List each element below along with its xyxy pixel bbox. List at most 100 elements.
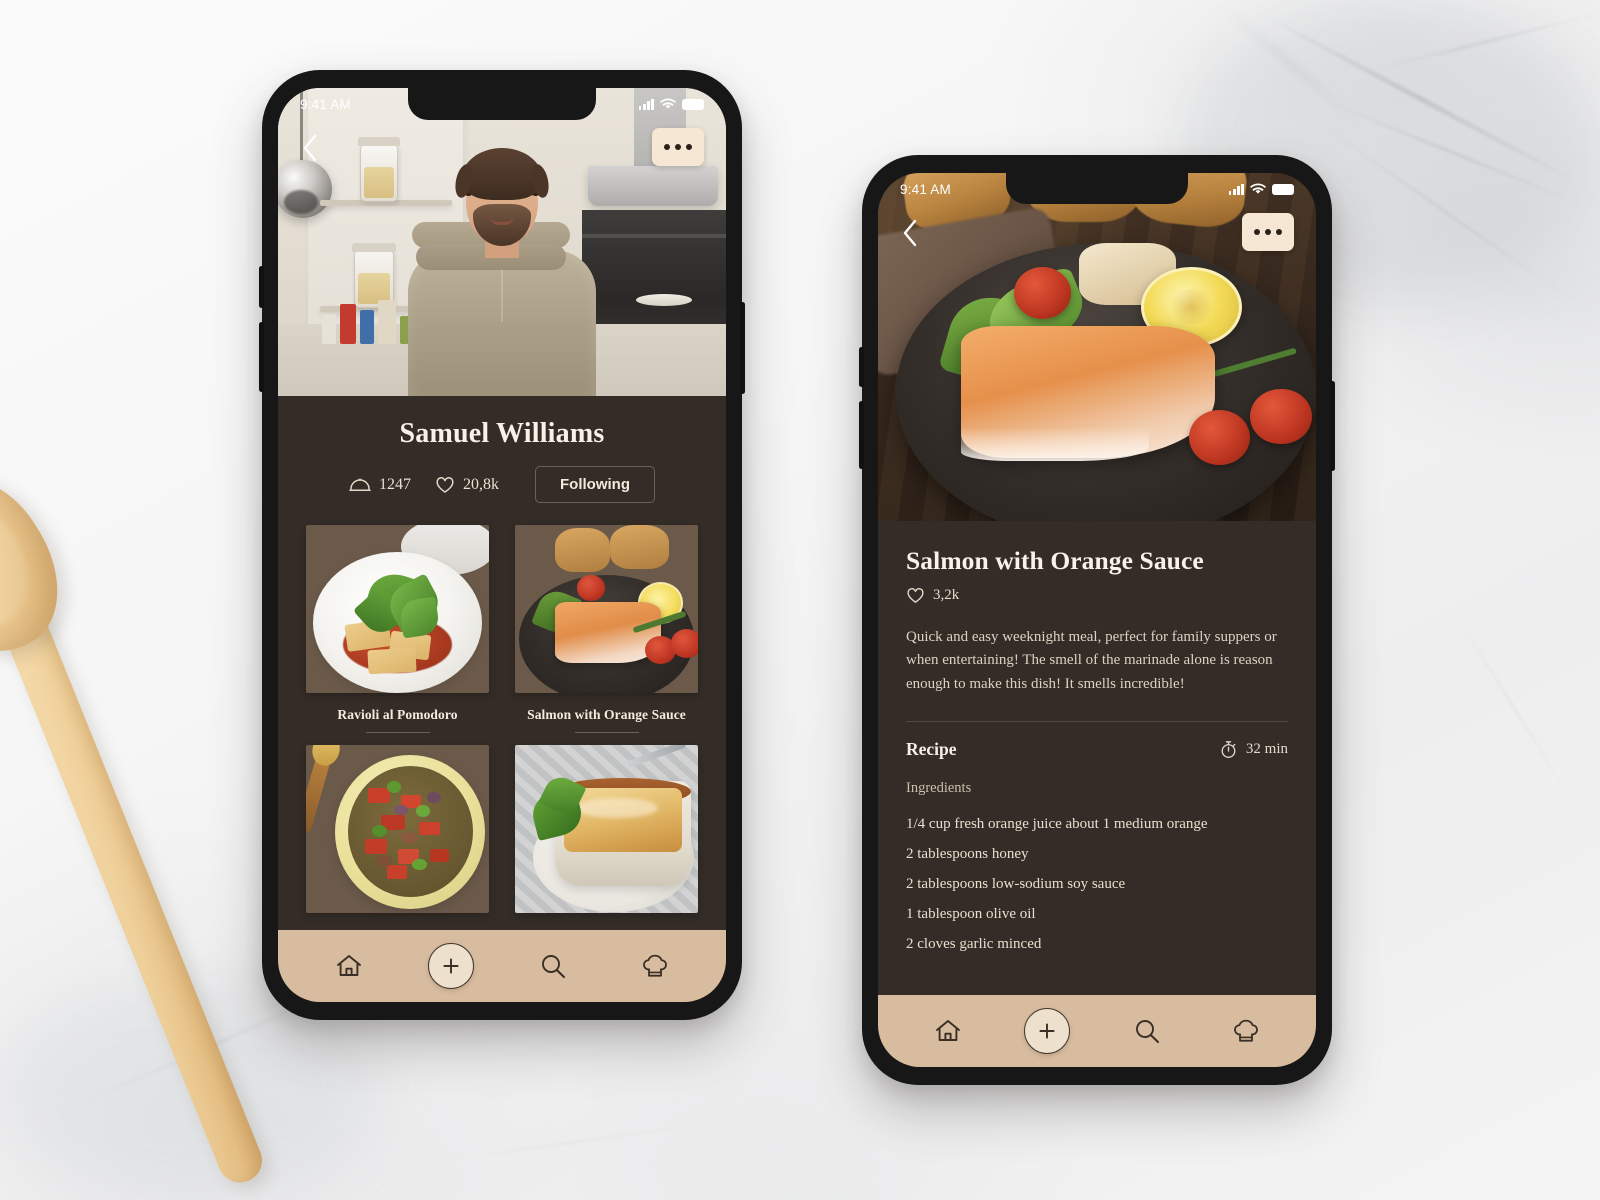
- recipe-section-header: Recipe 32 min: [906, 739, 1288, 760]
- recipe-grid: Ravioli al Pomodoro Salmon with Orange S: [278, 519, 726, 930]
- battery-icon: [682, 98, 704, 110]
- recipe-card[interactable]: [515, 744, 698, 931]
- profile-stats: 1247 20,8k Following: [278, 466, 726, 503]
- battery-icon: [1272, 183, 1294, 195]
- serving-spoon: [306, 754, 331, 833]
- marble-vein: [1439, 590, 1581, 813]
- more-options-icon: [686, 144, 692, 150]
- parsley-bit: [371, 825, 387, 837]
- cherry-tomato: [1250, 388, 1312, 445]
- recipe-card[interactable]: Salmon with Orange Sauce: [515, 525, 698, 737]
- card-underline: [574, 732, 639, 733]
- status-bar: 9:41 AM: [878, 173, 1316, 205]
- nav-chef[interactable]: [1223, 1008, 1269, 1054]
- cherry-tomato: [670, 629, 698, 658]
- bottom-navigation: [278, 930, 726, 1002]
- nav-home[interactable]: [925, 1008, 971, 1054]
- ingredient-item: 1 tablespoon olive oil: [906, 905, 1036, 922]
- tomato-salad-bowl-photo: [306, 744, 489, 913]
- recipe-heading: Recipe: [906, 738, 957, 759]
- profile-name: Samuel Williams: [399, 418, 605, 449]
- recipe-card-title: Ravioli al Pomodoro: [337, 707, 458, 722]
- status-time: 9:41 AM: [300, 96, 351, 112]
- more-options-button[interactable]: [652, 128, 704, 166]
- following-button[interactable]: Following: [535, 466, 655, 503]
- bread-roll: [610, 525, 669, 569]
- recipe-card[interactable]: [306, 744, 489, 931]
- status-icons: [638, 98, 704, 110]
- card-underline: [365, 732, 430, 733]
- recipe-likes: 3,2k: [906, 587, 1288, 604]
- likes-count: 20,8k: [435, 476, 499, 494]
- recipe-description: Quick and easy weeknight meal, perfect f…: [906, 628, 1277, 692]
- status-bar: 9:41 AM: [278, 88, 726, 120]
- baked-lasagna-ramekin-photo: [515, 744, 698, 913]
- power-button[interactable]: [740, 302, 745, 394]
- more-options-icon: [1254, 229, 1260, 235]
- recipe-detail-screen: 9:41 AM Salmon with Orange Sauce 3,2k Qu…: [878, 173, 1316, 1067]
- recipes-count-label: 1247: [379, 475, 411, 493]
- range-hood: [588, 166, 718, 206]
- nav-add[interactable]: [1024, 1008, 1071, 1054]
- plus-circle-icon: [1039, 1023, 1055, 1039]
- ingredient-item: 2 tablespoons honey: [906, 845, 1029, 862]
- status-time: 9:41 AM: [900, 181, 951, 197]
- recipe-time-label: 32 min: [1245, 740, 1288, 757]
- counter-plate: [636, 294, 692, 306]
- wooden-spoon: [0, 448, 269, 1200]
- volume-down-button[interactable]: [259, 322, 264, 392]
- nav-home[interactable]: [326, 943, 372, 989]
- cloche-dish-icon: [349, 478, 371, 491]
- ingredient-item: 2 tablespoons low-sodium soy sauce: [906, 875, 1126, 892]
- heart-icon: [907, 587, 924, 603]
- chevron-left-icon: [903, 219, 917, 247]
- nav-search[interactable]: [1124, 1008, 1170, 1054]
- ravioli-piece: [367, 648, 417, 675]
- counter-item: [340, 304, 356, 344]
- volume-up-button[interactable]: [859, 347, 864, 387]
- salmon-with-orange-sauce-photo: [515, 525, 698, 693]
- likes-count-label: 20,8k: [463, 475, 499, 493]
- back-button[interactable]: [300, 128, 334, 168]
- home-icon: [935, 1020, 960, 1041]
- tomato-bit: [364, 838, 387, 854]
- volume-up-button[interactable]: [259, 266, 264, 308]
- cherry-tomato: [577, 575, 605, 601]
- cherry-tomato: [1013, 266, 1071, 320]
- section-divider: [906, 720, 1288, 722]
- ingredient-item: 1/4 cup fresh orange juice about 1 mediu…: [906, 815, 1208, 832]
- counter-item: [378, 300, 396, 344]
- volume-down-button[interactable]: [859, 401, 864, 469]
- chevron-left-icon: [303, 134, 317, 162]
- home-icon: [337, 955, 361, 976]
- recipe-card[interactable]: Ravioli al Pomodoro: [306, 525, 489, 737]
- marble-vein: [431, 1119, 729, 1164]
- recipe-likes-label: 3,2k: [933, 586, 960, 603]
- power-button[interactable]: [1330, 381, 1335, 471]
- search-icon: [1135, 1020, 1159, 1044]
- recipe-title: Salmon with Orange Sauce: [906, 546, 1204, 575]
- mushroom-bit: [401, 831, 418, 844]
- nav-add[interactable]: [428, 943, 474, 989]
- more-options-button[interactable]: [1242, 213, 1294, 251]
- back-button[interactable]: [900, 213, 934, 253]
- nav-search[interactable]: [530, 943, 576, 989]
- plus-circle-icon: [443, 958, 459, 974]
- salmon-fillet: [961, 326, 1216, 462]
- counter-item: [322, 314, 336, 344]
- tomato-bit: [419, 821, 440, 836]
- tomato-bit: [430, 848, 449, 863]
- ingredient-item: 2 cloves garlic minced: [906, 935, 1042, 952]
- ingredients-label: Ingredients: [906, 779, 972, 796]
- recipe-card-title: Salmon with Orange Sauce: [527, 707, 686, 722]
- chef-figure: [397, 144, 607, 396]
- nav-chef[interactable]: [632, 943, 678, 989]
- profile-block: Samuel Williams 1247 20,8k Following: [278, 396, 726, 519]
- parsley-bit: [415, 804, 431, 817]
- wifi-icon: [660, 98, 676, 109]
- chef-hat-icon: [643, 954, 667, 977]
- wifi-icon: [1250, 183, 1266, 194]
- jar-lid: [352, 243, 396, 252]
- cherry-tomato: [1188, 409, 1251, 466]
- melted-cheese: [564, 788, 682, 852]
